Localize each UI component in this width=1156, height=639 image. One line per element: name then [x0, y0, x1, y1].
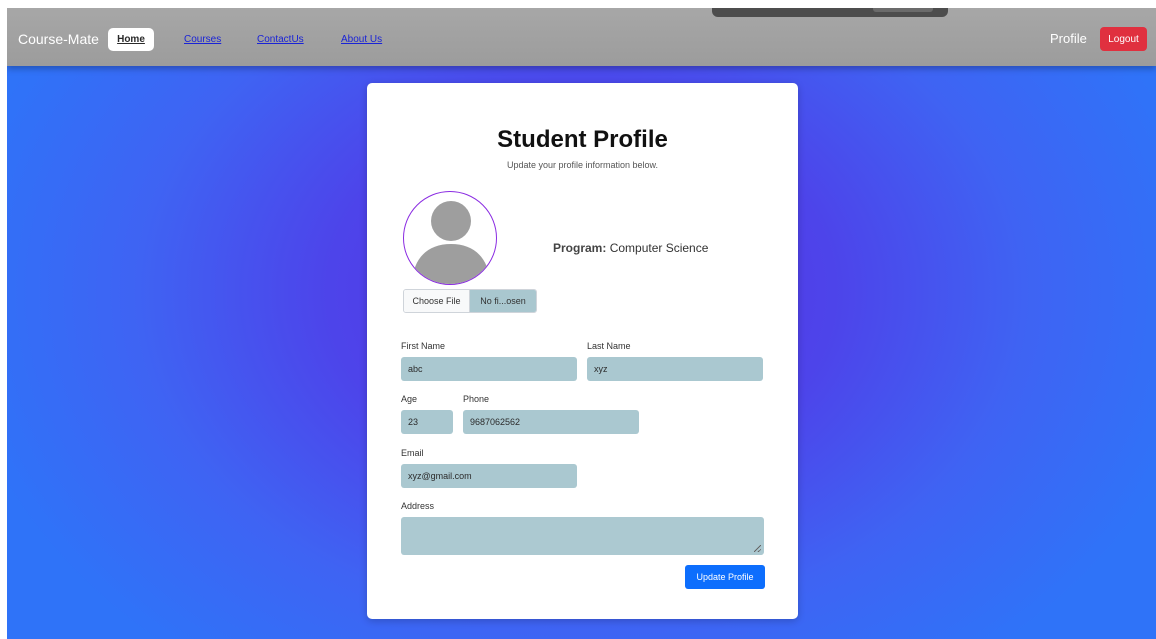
file-status: No fi...osen — [470, 290, 536, 312]
program-label: Program: — [553, 241, 607, 255]
page-title: Student Profile — [497, 126, 668, 153]
page-subtitle: Update your profile information below. — [506, 160, 659, 170]
window-notch — [712, 8, 948, 17]
navbar: Course-Mate Home Courses ContactUs About… — [7, 8, 1156, 66]
last-name-field[interactable]: xyz — [587, 357, 763, 381]
first-name-field[interactable]: abc — [401, 357, 577, 381]
avatar — [403, 191, 497, 285]
address-label: Address — [401, 501, 435, 511]
user-silhouette-icon — [412, 201, 490, 284]
last-name-label: Last Name — [587, 341, 631, 351]
nav-link-courses[interactable]: Courses — [184, 34, 221, 45]
address-textarea[interactable] — [401, 517, 764, 555]
nav-link-about[interactable]: About Us — [341, 34, 382, 45]
phone-label: Phone — [463, 394, 490, 404]
nav-link-contact[interactable]: ContactUs — [257, 34, 304, 45]
nav-link-profile[interactable]: Profile — [1050, 31, 1087, 46]
resize-handle-icon[interactable] — [754, 545, 761, 552]
avatar-file-input[interactable]: Choose File No fi...osen — [403, 289, 537, 313]
brand-logo[interactable]: Course-Mate — [18, 31, 99, 47]
email-label: Email — [401, 448, 424, 458]
age-field[interactable]: 23 — [401, 410, 453, 434]
logout-button[interactable]: Logout — [1100, 27, 1147, 51]
first-name-label: First Name — [401, 341, 446, 351]
nav-link-home[interactable]: Home — [108, 28, 154, 51]
update-profile-button[interactable]: Update Profile — [685, 565, 765, 589]
page-viewport: Course-Mate Home Courses ContactUs About… — [7, 8, 1156, 639]
email-field[interactable]: xyz@gmail.com — [401, 464, 577, 488]
program-info: Program: Computer Science — [553, 241, 708, 255]
choose-file-button[interactable]: Choose File — [404, 290, 470, 312]
phone-field[interactable]: 9687062562 — [463, 410, 639, 434]
age-label: Age — [401, 394, 418, 404]
program-value: Computer Science — [609, 241, 709, 255]
profile-card: Student Profile Update your profile info… — [367, 83, 798, 619]
